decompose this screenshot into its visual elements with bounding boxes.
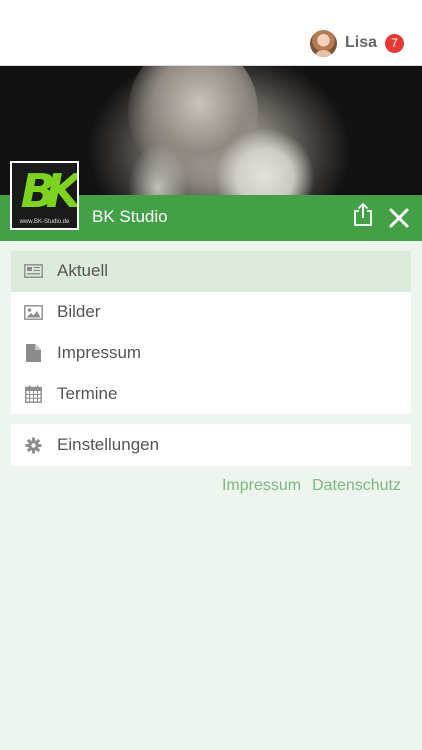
datenschutz-link[interactable]: Datenschutz bbox=[312, 477, 401, 495]
document-icon bbox=[24, 343, 43, 362]
studio-title: BK Studio bbox=[92, 207, 168, 226]
username[interactable]: Lisa bbox=[345, 34, 377, 52]
menu-item-aktuell[interactable]: Aktuell bbox=[11, 251, 411, 292]
calendar-icon bbox=[24, 384, 43, 403]
navigation-menu: Aktuell Bilder Impressum Termine bbox=[11, 251, 411, 414]
logo-caption: www.BK-Studio.de bbox=[19, 219, 70, 225]
menu-item-impressum[interactable]: Impressum bbox=[11, 333, 411, 374]
menu-item-bilder[interactable]: Bilder bbox=[11, 292, 411, 333]
avatar[interactable] bbox=[309, 29, 337, 57]
logo-mark: BK bbox=[20, 164, 77, 218]
menu-item-label: Einstellungen bbox=[57, 435, 160, 454]
close-icon[interactable] bbox=[388, 207, 410, 229]
settings-menu: Einstellungen bbox=[11, 424, 411, 466]
newspaper-icon bbox=[24, 262, 43, 281]
menu-item-einstellungen[interactable]: Einstellungen bbox=[11, 424, 411, 466]
menu-item-label: Impressum bbox=[57, 342, 142, 362]
footer-links: Impressum Datenschutz bbox=[222, 477, 401, 495]
menu-item-label: Bilder bbox=[57, 302, 101, 322]
notification-badge[interactable]: 7 bbox=[385, 33, 404, 53]
image-icon bbox=[24, 303, 43, 322]
menu-item-termine[interactable]: Termine bbox=[11, 373, 411, 414]
impressum-link[interactable]: Impressum bbox=[222, 477, 301, 495]
studio-logo: BK www.BK-Studio.de bbox=[10, 161, 79, 230]
menu-item-label: Aktuell bbox=[57, 261, 109, 281]
gear-icon bbox=[24, 436, 43, 455]
menu-item-label: Termine bbox=[57, 383, 118, 403]
share-icon[interactable] bbox=[352, 202, 374, 227]
user-profile[interactable]: Lisa 7 bbox=[309, 29, 404, 57]
top-bar: Lisa 7 bbox=[0, 0, 422, 66]
